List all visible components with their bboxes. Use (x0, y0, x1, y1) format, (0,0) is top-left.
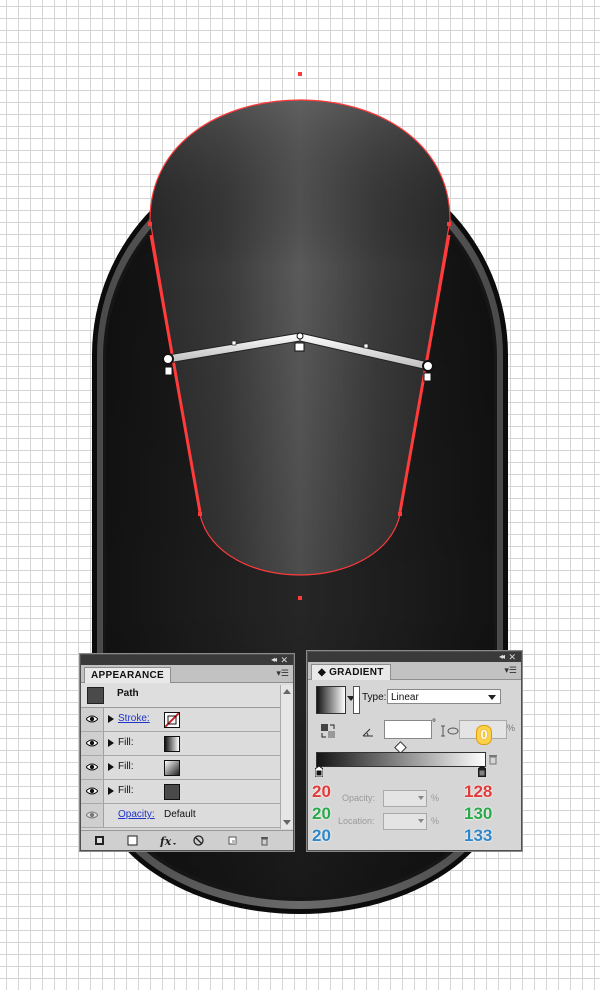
left-stop-red-value: 20 (312, 782, 331, 801)
expand-triangle-icon[interactable] (108, 763, 114, 771)
tab-appearance[interactable]: APPEARANCE (84, 667, 172, 683)
stroke-label[interactable]: Stroke: (118, 713, 150, 724)
chevron-down-icon (488, 695, 496, 700)
stroke-none-swatch-icon[interactable] (164, 712, 180, 728)
expand-triangle-icon[interactable] (108, 787, 114, 795)
degree-symbol: ° (432, 718, 436, 729)
color-stop-right[interactable] (478, 766, 486, 777)
aspect-ratio-unit: % (507, 723, 516, 733)
vertical-scrollbar[interactable] (280, 685, 293, 829)
panel-title-bar[interactable]: ◂◂ ✕ (308, 652, 521, 662)
tab-gradient[interactable]: ◆ GRADIENT (311, 664, 391, 680)
expand-triangle-icon[interactable] (108, 739, 114, 747)
right-stop-green-value: 130 (464, 804, 493, 823)
collapse-icon[interactable]: ◂◂ (499, 652, 505, 662)
collapse-icon[interactable]: ◂◂ (271, 655, 277, 665)
type-label: Type: (362, 692, 387, 703)
angle-icon (362, 728, 373, 737)
gradient-slider-ramp[interactable] (316, 752, 486, 767)
scroll-down-icon[interactable] (283, 820, 291, 825)
right-stop-blue-value: 133 (464, 826, 493, 845)
delete-stop-trash-icon[interactable] (488, 754, 498, 765)
fill-stroke-indicator[interactable] (353, 686, 360, 714)
appearance-footer-toolbar: fx (81, 830, 293, 850)
fill-label: Fill: (118, 761, 134, 772)
appearance-row-fill[interactable]: Fill: (81, 780, 293, 804)
delete-item-trash-icon[interactable] (258, 834, 271, 847)
appearance-row-opacity[interactable]: Opacity: Default (81, 804, 293, 828)
add-new-stroke-icon[interactable] (93, 834, 106, 847)
gradient-type-select[interactable]: Linear (387, 689, 501, 704)
panel-menu-icon[interactable]: ▾☰ (276, 668, 289, 678)
fill-label: Fill: (118, 785, 134, 796)
scroll-up-icon[interactable] (283, 689, 291, 694)
add-new-effect-icon[interactable]: fx (159, 834, 177, 847)
object-thumbnail (87, 687, 104, 704)
aspect-value-badge: 0 (476, 725, 492, 745)
visibility-eye-icon[interactable] (86, 786, 98, 796)
opacity-value: Default (164, 809, 196, 820)
appearance-row-stroke[interactable]: Stroke: (81, 708, 293, 732)
visibility-eye-icon[interactable] (86, 738, 98, 748)
appearance-panel: ◂◂ ✕ APPEARANCE ▾☰ Path Stroke: Fill: Fi… (80, 654, 294, 851)
visibility-eye-icon[interactable] (86, 762, 98, 772)
stop-opacity-input[interactable] (383, 790, 427, 807)
left-stop-blue-value: 20 (312, 826, 331, 845)
tab-options-icon: ◆ (318, 667, 330, 678)
percent-unit: % (431, 816, 440, 826)
stop-location-input[interactable] (383, 813, 427, 830)
gradient-panel: ◂◂ ✕ ◆ GRADIENT ▾☰ Type: Linear ° % 0 Op… (307, 651, 522, 851)
panel-menu-icon[interactable]: ▾☰ (504, 665, 517, 675)
close-icon[interactable]: ✕ (280, 655, 288, 665)
appearance-row-fill[interactable]: Fill: (81, 732, 293, 756)
fill-solid-swatch-icon[interactable] (164, 784, 180, 800)
left-stop-green-value: 20 (312, 804, 331, 823)
reverse-gradient-icon[interactable] (320, 723, 336, 739)
stop-opacity-label: Opacity: (342, 793, 376, 803)
chevron-down-icon (418, 819, 424, 823)
appearance-row-fill[interactable]: Fill: (81, 756, 293, 780)
aspect-ratio-icon (441, 725, 459, 737)
percent-unit: % (431, 793, 440, 803)
panel-title-bar[interactable]: ◂◂ ✕ (81, 655, 293, 665)
fill-gradient-swatch-icon[interactable] (164, 760, 180, 776)
chevron-down-icon (418, 796, 424, 800)
expand-triangle-icon[interactable] (108, 715, 114, 723)
object-type-label: Path (117, 688, 139, 699)
gradient-type-value: Linear (391, 692, 419, 703)
close-icon[interactable]: ✕ (508, 652, 516, 662)
tab-gradient-label: GRADIENT (329, 667, 384, 678)
angle-input[interactable] (384, 720, 432, 739)
visibility-eye-icon[interactable] (86, 714, 98, 724)
gradient-preview-swatch[interactable] (316, 686, 346, 714)
clear-appearance-icon[interactable] (192, 834, 205, 847)
svg-text:fx: fx (159, 835, 172, 847)
visibility-eye-icon[interactable] (86, 810, 98, 820)
fill-label: Fill: (118, 737, 134, 748)
right-stop-red-value: 128 (464, 782, 493, 801)
duplicate-item-icon[interactable] (226, 834, 239, 847)
object-header: Path (81, 683, 293, 708)
fill-gradient-swatch-icon[interactable] (164, 736, 180, 752)
color-stop-left[interactable] (315, 766, 323, 777)
add-new-fill-icon[interactable] (126, 834, 139, 847)
stop-location-label: Location: (338, 816, 375, 826)
opacity-label[interactable]: Opacity: (118, 809, 155, 820)
